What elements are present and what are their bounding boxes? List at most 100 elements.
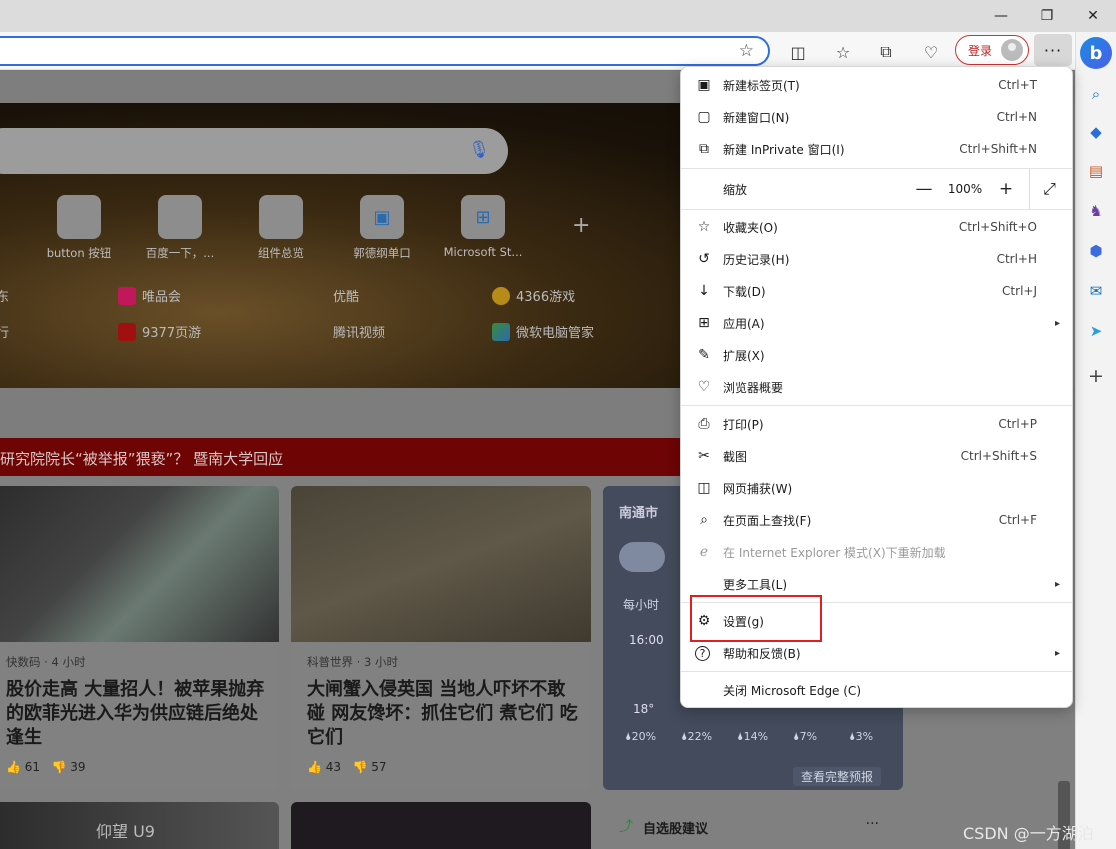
menu-item-browser-essentials[interactable]: ♡ 浏览器概要 [681,371,1072,403]
find-icon: ⌕ [700,512,708,528]
tools-icon[interactable]: ▤ [1084,159,1108,183]
menu-shortcut: Ctrl+Shift+O [958,220,1037,234]
menu-item-favorites[interactable]: ☆ 收藏夹(O) Ctrl+Shift+O [681,211,1072,243]
menu-item-inprivate[interactable]: ⧉ 新建 InPrivate 窗口(I) Ctrl+Shift+N [681,133,1072,165]
menu-item-extensions[interactable]: ✎ 扩展(X) [681,339,1072,371]
minimize-button[interactable]: — [978,0,1024,32]
quick-link[interactable]: 9377页游 [118,322,201,341]
car-brand-text: 仰望 U9 [96,822,155,841]
menu-item-close-edge[interactable]: 关闭 Microsoft Edge (C) [681,674,1072,706]
submenu-arrow-icon: ▸ [1054,578,1060,590]
menu-item-zoom: 缩放 — 100% + ⤢ [681,169,1072,209]
quick-tile[interactable]: ⊞ Microsoft St... [438,195,528,259]
menu-item-screenshot[interactable]: ✂ 截图 Ctrl+Shift+S [681,440,1072,472]
weather-city: 南通市 [619,506,659,521]
quick-link[interactable]: 东 [0,286,9,305]
favorites-toolbar-icon[interactable]: ☆ [830,40,856,64]
settings-and-more-button[interactable]: ··· [1034,34,1072,66]
tile-label: 百度一下，... [145,246,215,260]
quick-link[interactable]: 4366游戏 [492,286,575,305]
news-source: 科普世界 · 3 小时 [307,655,398,669]
menu-shortcut: Ctrl+N [996,110,1037,124]
add-sidebar-app-icon[interactable]: + [1084,364,1108,388]
help-icon: ? [695,645,710,661]
quick-tile[interactable]: 百度一下，... [135,195,225,261]
like-count: 61 [24,760,41,774]
news-card[interactable]: 快数码 · 4 小时 股价走高 大量招人！被苹果抛弃的欧菲光进入华为供应链后绝处… [0,486,279,790]
browser-essentials-icon: ♡ [697,379,711,395]
menu-item-print[interactable]: ⎙ 打印(P) Ctrl+P [681,408,1072,440]
quick-link-label: 优酷 [333,290,360,305]
quick-link[interactable]: 优酷 [333,286,359,305]
tile-label: Microsoft St... [443,245,523,259]
avatar [1001,39,1023,61]
stock-card[interactable]: 自选股建议 ⤴ ··· [603,802,903,849]
menu-item-ie-mode[interactable]: ℯ 在 Internet Explorer 模式(X)下重新加载 [681,536,1072,568]
extensions-icon: ✎ [698,347,710,363]
drop-icon[interactable]: ➤ [1084,319,1108,343]
quick-link[interactable]: 腾讯视频 [333,322,385,341]
new-window-icon: ▢ [697,109,711,125]
split-screen-icon[interactable]: ◫ [785,40,811,64]
dislike-icon[interactable]: 👎 [52,760,67,774]
add-favorite-icon[interactable]: ☆ [739,41,754,61]
fullscreen-icon[interactable]: ⤢ [1029,169,1069,209]
like-count: 43 [325,760,342,774]
menu-item-find-on-page[interactable]: ⌕ 在页面上查找(F) Ctrl+F [681,504,1072,536]
weather-tab-hourly[interactable]: 每小时 [623,596,659,613]
login-button[interactable]: 登录 [955,35,1029,65]
bing-copilot-icon[interactable]: b [1080,37,1112,69]
close-icon: ✕ [1087,8,1099,24]
quick-tile[interactable]: 组件总览 [236,195,326,261]
close-window-button[interactable]: ✕ [1070,0,1116,32]
zoom-in-button[interactable]: + [993,177,1019,201]
office-icon[interactable]: ⬢ [1084,239,1108,263]
menu-item-web-capture[interactable]: ◫ 网页捕获(W) [681,472,1072,504]
menu-item-downloads[interactable]: ↓ 下载(D) Ctrl+J [681,275,1072,307]
menu-label: 收藏夹(O) [723,220,778,235]
quick-link[interactable]: 微软电脑管家 [492,322,594,341]
microphone-icon[interactable]: 🎙 [468,140,490,160]
tile-label: button 按钮 [46,246,112,260]
games-icon[interactable]: ♞ [1084,199,1108,223]
precip-3: 🌢7% [793,730,818,743]
precip-value: 20% [631,730,657,743]
dislike-icon[interactable]: 👎 [353,760,368,774]
restore-button[interactable]: ❐ [1024,0,1070,32]
menu-item-apps[interactable]: ⊞ 应用(A) ▸ [681,307,1072,339]
news-card[interactable] [291,802,591,849]
like-icon[interactable]: 👍 [6,760,21,774]
menu-label: 扩展(X) [723,348,765,363]
menu-item-new-window[interactable]: ▢ 新建窗口(N) Ctrl+N [681,101,1072,133]
address-bar[interactable]: ☆ [0,36,770,66]
quick-link[interactable]: 行 [0,322,9,341]
tile-icon [158,195,202,239]
full-forecast-link[interactable]: 查看完整预报 [793,767,882,786]
menu-label: 截图 [723,449,748,464]
reactions: 👍 61 👎 39 [6,760,279,774]
add-tile-icon[interactable]: + [572,213,590,238]
collections-icon[interactable]: ⧉ [873,40,899,64]
outlook-icon[interactable]: ✉ [1084,279,1108,303]
menu-item-history[interactable]: ↺ 历史记录(H) Ctrl+H [681,243,1072,275]
like-icon[interactable]: 👍 [307,760,322,774]
menu-label: 下载(D) [723,284,766,299]
news-card[interactable]: 仰望 U9 [0,802,279,849]
zoom-level: 100% [947,182,983,196]
game-4366-icon [492,286,510,305]
zoom-out-button[interactable]: — [911,177,937,201]
precip-value: 7% [799,730,818,743]
card-more-icon[interactable]: ··· [866,816,879,832]
quick-tile[interactable]: ▣ 郭德纲单口 [337,195,427,261]
tile-label: 组件总览 [258,246,304,260]
shopping-icon[interactable]: ◆ [1084,120,1108,144]
menu-shortcut: Ctrl+P [998,417,1037,431]
quick-tile[interactable]: button 按钮 [34,195,124,261]
search-icon[interactable]: ⌕ [1084,82,1108,106]
quick-link[interactable]: 唯品会 [118,286,181,305]
menu-label: 缩放 [723,182,748,197]
news-card[interactable]: 科普世界 · 3 小时 大闸蟹入侵英国 当地人吓坏不敢碰 网友馋坏：抓住它们 煮… [291,486,591,790]
search-input[interactable]: 🎙 [0,128,508,174]
browser-essentials-toolbar-icon[interactable]: ♡ [918,40,944,64]
menu-item-new-tab[interactable]: ▣ 新建标签页(T) Ctrl+T [681,69,1072,101]
